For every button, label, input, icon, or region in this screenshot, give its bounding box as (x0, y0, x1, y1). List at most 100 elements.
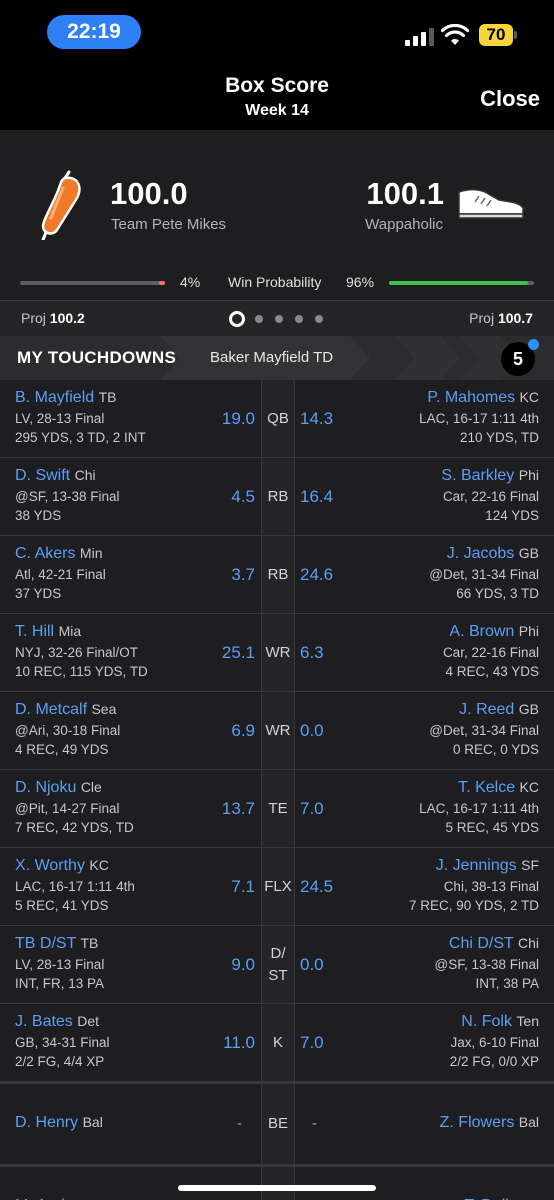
right-player-name-text[interactable]: Chi D/ST (449, 935, 514, 952)
bench-right-player-name-text[interactable]: Z. Flowers (440, 1114, 515, 1131)
right-player-name-text[interactable]: P. Mahomes (427, 389, 515, 406)
right-player-points: 24.6 (300, 565, 334, 584)
page-dot-2[interactable] (255, 315, 263, 323)
left-player-name-text[interactable]: J. Bates (15, 1013, 73, 1030)
wifi-icon (441, 24, 469, 45)
my-touchdowns-banner[interactable]: MY TOUCHDOWNS Baker Mayfield TD 5 (0, 336, 554, 380)
position-label: K (272, 1034, 283, 1051)
lineup-row[interactable]: FLX X. Worthy KC LAC, 16-17 1:11 4th 5 R… (0, 848, 554, 926)
left-player-name-text[interactable]: T. Hill (15, 623, 54, 640)
left-player-name-text[interactable]: C. Akers (15, 545, 75, 562)
right-player-name[interactable]: P. Mahomes KC (427, 389, 539, 407)
page-indicator[interactable] (229, 311, 329, 327)
left-player-name-text[interactable]: TB D/ST (15, 935, 76, 952)
left-player-stats: 5 REC, 41 YDS (15, 898, 109, 913)
bench-left-player-name-text[interactable]: D. Henry (15, 1114, 78, 1131)
left-player-name[interactable]: TB D/ST TB (15, 935, 98, 953)
lineup-row[interactable]: RB C. Akers Min Atl, 42-21 Final 37 YDS … (0, 536, 554, 614)
page-dot-1[interactable] (229, 311, 245, 327)
left-player-game: GB, 34-31 Final (15, 1035, 110, 1050)
right-player-name[interactable]: Chi D/ST Chi (449, 935, 539, 953)
lineup-row[interactable]: D/ ST TB D/ST TB LV, 28-13 Final INT, FR… (0, 926, 554, 1004)
right-player-team: KC (519, 389, 539, 405)
right-player-name[interactable]: J. Jacobs GB (447, 545, 539, 563)
left-player-name-text[interactable]: D. Metcalf (15, 701, 87, 718)
sausage-team-logo-icon[interactable] (35, 170, 85, 240)
right-player-stats: 124 YDS (485, 508, 539, 523)
page-dot-4[interactable] (295, 315, 303, 323)
home-indicator[interactable] (178, 1185, 376, 1191)
bench-left-points: - (237, 1115, 242, 1132)
right-player-name[interactable]: N. Folk Ten (461, 1013, 539, 1031)
left-player-points: 25.1 (221, 643, 255, 662)
left-player-game: LV, 28-13 Final (15, 411, 105, 426)
right-player-name[interactable]: T. Kelce KC (458, 779, 539, 797)
right-player-points: 6.3 (300, 643, 324, 662)
left-player-name[interactable]: T. Hill Mia (15, 623, 81, 641)
page-dot-5[interactable] (315, 315, 323, 323)
bench-row[interactable]: BE D. Henry Bal - - Z. Flowers Bal (0, 1082, 554, 1165)
left-player-name-text[interactable]: D. Swift (15, 467, 70, 484)
right-player-game: Jax, 6-10 Final (450, 1035, 539, 1050)
left-player-name-text[interactable]: X. Worthy (15, 857, 85, 874)
left-player-name[interactable]: D. Swift Chi (15, 467, 96, 485)
lineup-row[interactable]: RB D. Swift Chi @SF, 13-38 Final 38 YDS … (0, 458, 554, 536)
left-player-name[interactable]: J. Bates Det (15, 1013, 99, 1031)
bench-right-points: - (312, 1115, 317, 1132)
left-win-bar (20, 281, 165, 285)
lineup-row[interactable]: WR D. Metcalf Sea @Ari, 30-18 Final 4 RE… (0, 692, 554, 770)
lineup-row[interactable]: K J. Bates Det GB, 34-31 Final 2/2 FG, 4… (0, 1004, 554, 1082)
right-player-points: 0.0 (300, 721, 324, 740)
left-player-name[interactable]: X. Worthy KC (15, 857, 109, 875)
page-dot-3[interactable] (275, 315, 283, 323)
bench-right-player-team: Bal (518, 1114, 539, 1130)
left-player-name[interactable]: D. Njoku Cle (15, 779, 102, 797)
right-player-game: @Det, 31-34 Final (429, 567, 539, 582)
right-player-name[interactable]: J. Jennings SF (436, 857, 539, 875)
lineup-row[interactable]: QB B. Mayfield TB LV, 28-13 Final 295 YD… (0, 380, 554, 458)
left-team-name[interactable]: Team Pete Mikes (111, 216, 226, 233)
right-player-points: 14.3 (300, 409, 334, 428)
right-player-name[interactable]: J. Reed GB (459, 701, 539, 719)
sneaker-team-logo-icon[interactable] (455, 182, 527, 220)
left-player-game: NYJ, 32-26 Final/OT (15, 645, 139, 660)
left-player-stats: 295 YDS, 3 TD, 2 INT (15, 430, 146, 445)
right-team-name[interactable]: Wappaholic (365, 216, 443, 233)
right-player-name-text[interactable]: N. Folk (461, 1013, 512, 1030)
left-player-name[interactable]: B. Mayfield TB (15, 389, 116, 407)
lineup-row[interactable]: WR T. Hill Mia NYJ, 32-26 Final/OT 10 RE… (0, 614, 554, 692)
right-player-team: Phi (518, 467, 539, 483)
right-player-name-text[interactable]: J. Reed (459, 701, 514, 718)
position-label: RB (267, 488, 289, 505)
left-player-stats: 37 YDS (15, 586, 62, 601)
right-player-name-text[interactable]: A. Brown (449, 623, 514, 640)
lineup-row[interactable]: TE D. Njoku Cle @Pit, 14-27 Final 7 REC,… (0, 770, 554, 848)
right-player-stats: 4 REC, 43 YDS (445, 664, 539, 679)
status-time: 22:19 (47, 15, 141, 49)
bench-left-player-name[interactable]: D. Henry Bal (15, 1114, 103, 1132)
right-player-name-text[interactable]: J. Jacobs (447, 545, 515, 562)
right-player-stats: 2/2 FG, 0/0 XP (449, 1054, 539, 1069)
left-player-name[interactable]: D. Metcalf Sea (15, 701, 116, 719)
right-player-team: Chi (517, 935, 539, 951)
left-player-team: Min (79, 545, 103, 561)
right-player-name[interactable]: A. Brown Phi (449, 623, 539, 641)
cellular-signal-icon (405, 28, 435, 46)
left-player-team: Det (77, 1013, 100, 1029)
right-player-name-text[interactable]: J. Jennings (436, 857, 517, 874)
left-team-score: 100.0 (110, 176, 188, 211)
right-player-name-text[interactable]: S. Barkley (441, 467, 514, 484)
lineup-table: QB B. Mayfield TB LV, 28-13 Final 295 YD… (0, 380, 554, 1200)
position-label: QB (267, 410, 289, 427)
battery-tip (514, 31, 517, 39)
bench-row[interactable]: BE M. Andrews Bal T. Dell Hou (0, 1165, 554, 1200)
right-player-name[interactable]: S. Barkley Phi (441, 467, 539, 485)
left-player-name-text[interactable]: D. Njoku (15, 779, 76, 796)
left-player-name[interactable]: C. Akers Min (15, 545, 102, 563)
left-player-name-text[interactable]: B. Mayfield (15, 389, 94, 406)
bench-right-player-name[interactable]: Z. Flowers Bal (440, 1114, 539, 1132)
close-button[interactable]: Close (480, 86, 540, 112)
right-player-name-text[interactable]: T. Kelce (458, 779, 515, 796)
left-player-stats: 2/2 FG, 4/4 XP (15, 1054, 105, 1069)
right-player-game: Car, 22-16 Final (442, 645, 539, 660)
